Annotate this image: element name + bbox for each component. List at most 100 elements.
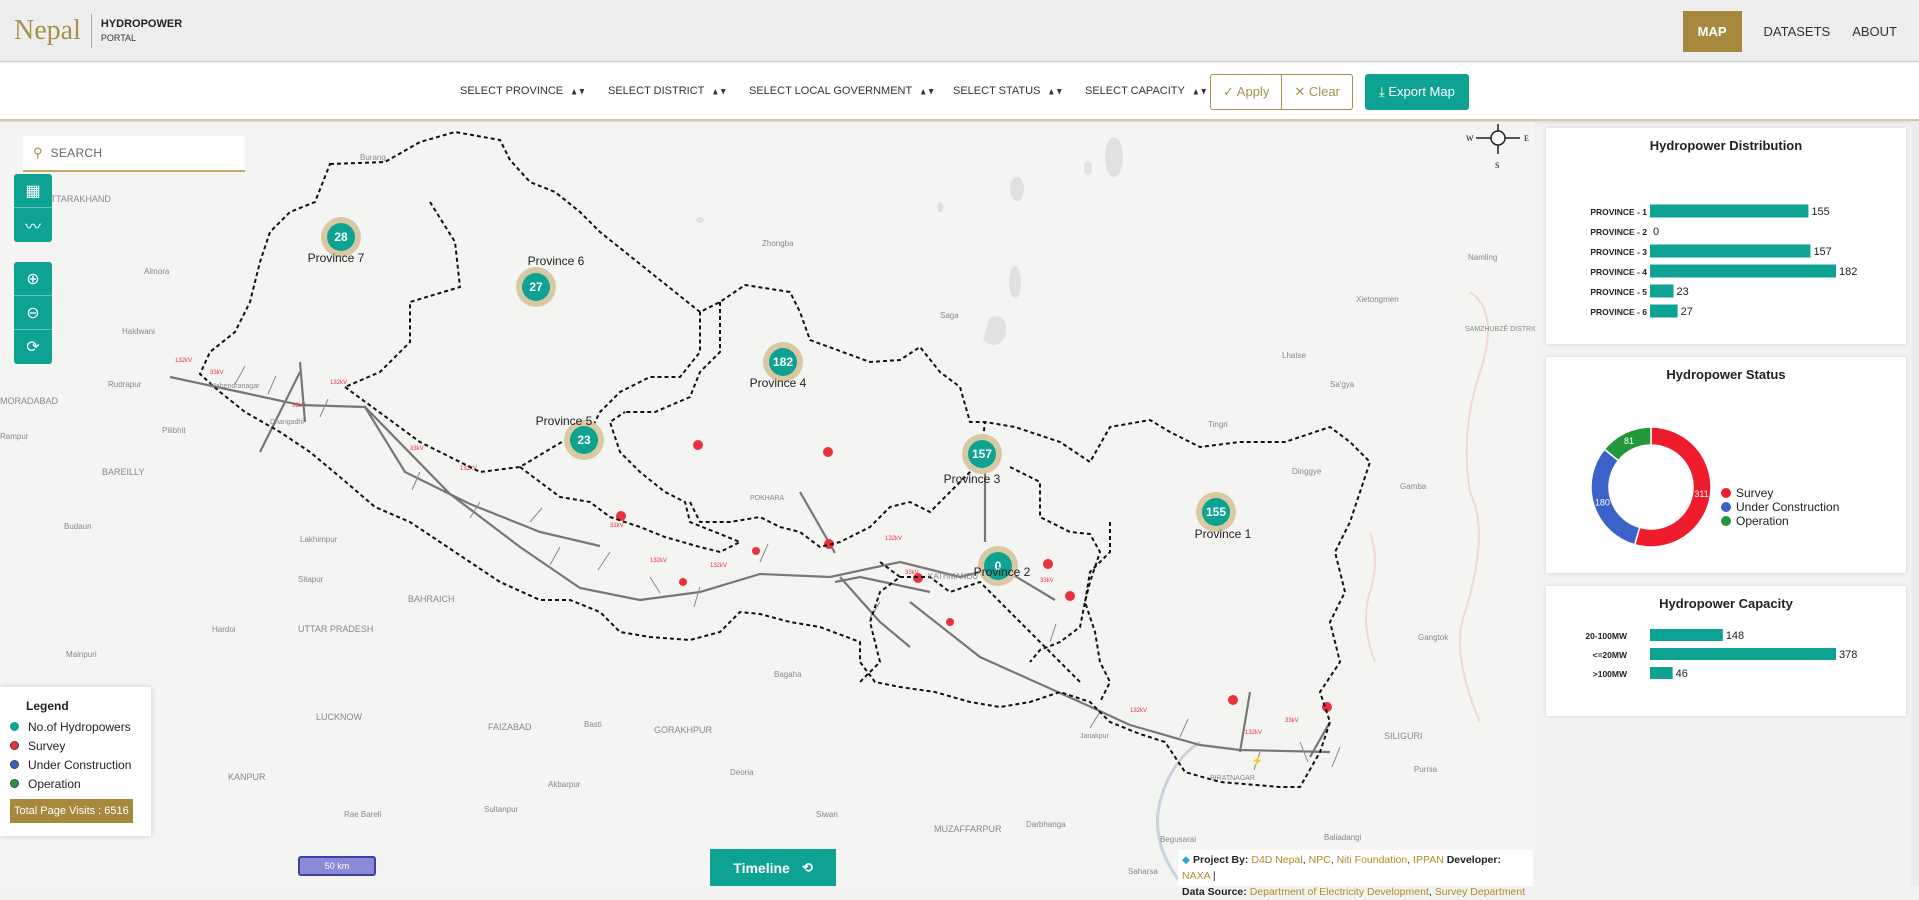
place-label: Dhangadhi: [270, 419, 304, 426]
province-select[interactable]: SELECT PROVINCE ▲▼: [460, 85, 586, 97]
survey-markers: 132kV 33kV 132kV 33kV 33kV 132kV 33kV 132kV 13…: [175, 358, 1332, 736]
province-cluster-1[interactable]: 155 Province 1: [1195, 492, 1252, 541]
layer-controls: ▦ 〰: [14, 174, 52, 242]
place-label: Dinggye: [1292, 467, 1322, 476]
check-icon: ✓: [1223, 84, 1237, 99]
brand-line-2: PORTAL: [100, 33, 137, 43]
clear-button[interactable]: ✕ Clear: [1282, 75, 1352, 109]
sort-caret-icon: ▲▼: [711, 86, 728, 97]
place-label: Saharsa: [1128, 867, 1158, 876]
nav-about[interactable]: ABOUT: [1852, 11, 1897, 52]
naxa-link[interactable]: NAXA: [1182, 870, 1210, 882]
page-visits-badge: Total Page Visits : 6516: [10, 799, 133, 823]
brand-logo[interactable]: Nepal HYDROPOWER PORTAL: [14, 14, 182, 48]
legend-dot-icon: [10, 741, 19, 750]
apply-button[interactable]: ✓ Apply: [1211, 75, 1283, 109]
place-label: BIRATNAGAR: [1210, 775, 1255, 782]
scale-bar: 50 km: [298, 856, 376, 876]
province-cluster-3[interactable]: 157 Province 3: [944, 434, 1002, 486]
legend-dot-icon: [10, 779, 19, 788]
legend-item: Survey: [10, 736, 151, 755]
province-count: 23: [577, 433, 591, 447]
nepal-map[interactable]: 132kV 33kV 132kV 33kV 33kV 132kV 33kV 132kV 13…: [0, 122, 1535, 886]
province-label: Province 1: [1195, 527, 1252, 541]
data-label: 378: [1839, 649, 1857, 661]
svg-text:33kV: 33kV: [292, 403, 306, 409]
tick-label: 20-100MW: [1585, 631, 1628, 641]
capacity-chart: 20-100MW 148 <=20MW 378 >100MW 46: [1585, 629, 1857, 680]
tick-label: >100MW: [1593, 669, 1628, 679]
timeline-label: Timeline: [733, 859, 790, 876]
capacity-select[interactable]: SELECT CAPACITY ▲▼: [1085, 85, 1208, 97]
zoom-in-icon: ⊕: [26, 270, 40, 288]
data-label: 23: [1677, 286, 1689, 298]
status-title: Hydropower Status: [1666, 367, 1786, 382]
data-label: 311: [1694, 489, 1708, 499]
bar: [1650, 204, 1809, 218]
map-legend: Legend No.of Hydropowers Survey Under Co…: [0, 687, 151, 836]
place-labels: Burang UTTARAKHAND Almora Haldwani Rudra…: [0, 153, 1535, 876]
d4d-link[interactable]: D4D Nepal: [1251, 854, 1302, 866]
search-box[interactable]: ⚲ SEARCH: [23, 136, 245, 172]
place-label: Saga: [940, 311, 959, 320]
local-government-select[interactable]: SELECT LOCAL GOVERNMENT ▲▼: [749, 85, 935, 97]
export-label: Export Map: [1388, 84, 1455, 99]
main-nav: MAP DATASETS ABOUT: [1682, 11, 1897, 52]
place-label: Purnia: [1414, 765, 1438, 774]
sort-caret-icon: ▲▼: [1047, 86, 1064, 97]
survey-dept-link[interactable]: Survey Department: [1435, 886, 1525, 898]
overlay-button[interactable]: 〰: [14, 208, 52, 242]
credit-box: ◆ Project By: D4D Nepal, NPC, Niti Found…: [1178, 850, 1533, 898]
place-label: Akbarpur: [548, 780, 581, 789]
province-cluster-6[interactable]: 27 Province 6: [516, 254, 585, 307]
bar: [1650, 264, 1836, 278]
vertical-scrollbar[interactable]: [1911, 122, 1919, 886]
status-select[interactable]: SELECT STATUS ▲▼: [953, 85, 1063, 97]
place-label: UTTAR PRADESH: [298, 624, 373, 634]
data-label: 27: [1681, 306, 1693, 318]
zoom-in-button[interactable]: ⊕: [14, 262, 52, 296]
svg-text:132kV: 132kV: [175, 358, 192, 364]
province-label: Province 5: [536, 414, 593, 428]
district-select[interactable]: SELECT DISTRICT ▲▼: [608, 85, 727, 97]
province-cluster-7[interactable]: 28 Province 7: [308, 217, 365, 265]
map-canvas[interactable]: 132kV 33kV 132kV 33kV 33kV 132kV 33kV 132kV 13…: [0, 122, 1535, 886]
compass-icon: W E S: [1466, 124, 1529, 170]
niti-link[interactable]: Niti Foundation: [1337, 854, 1408, 866]
app-header: Nepal HYDROPOWER PORTAL MAP DATASETS ABO…: [0, 0, 1919, 62]
zoom-out-button[interactable]: ⊖: [14, 296, 52, 330]
developer-label: Developer:: [1446, 854, 1501, 866]
refresh-button[interactable]: ⟳: [14, 330, 52, 364]
basemap-button[interactable]: ▦: [14, 174, 52, 208]
apply-clear-group: ✓ Apply ✕ Clear: [1210, 74, 1353, 110]
compass-east: E: [1524, 134, 1529, 143]
nav-datasets[interactable]: DATASETS: [1764, 11, 1831, 52]
ippan-link[interactable]: IPPAN: [1413, 854, 1444, 866]
province-cluster-5[interactable]: 23 Province 5: [536, 414, 604, 460]
place-label: Bagaha: [774, 670, 802, 679]
filter-bar: SELECT PROVINCE ▲▼ SELECT DISTRICT ▲▼ SELE…: [0, 63, 1919, 121]
project-by-label: Project By:: [1193, 854, 1249, 866]
export-map-button[interactable]: ⤓ Export Map: [1365, 74, 1469, 110]
province-label: Province 6: [528, 254, 585, 268]
district-select-label: SELECT DISTRICT: [608, 85, 705, 97]
download-icon: ⤓: [1379, 84, 1389, 99]
place-label: Zhongba: [762, 239, 794, 248]
nav-map[interactable]: MAP: [1682, 11, 1742, 52]
timeline-button[interactable]: Timeline ⟲: [710, 849, 836, 886]
chart-line-icon: 〰: [24, 219, 41, 236]
tick-label: PROVINCE - 1: [1590, 207, 1647, 217]
search-input[interactable]: SEARCH: [51, 146, 103, 160]
svg-text:33kV: 33kV: [1040, 578, 1054, 584]
compass-west: W: [1466, 134, 1474, 143]
province-cluster-4[interactable]: 182 Province 4: [750, 342, 807, 390]
province-count: 27: [529, 280, 543, 294]
npc-link[interactable]: NPC: [1309, 854, 1331, 866]
legend-item: Operation: [10, 774, 151, 793]
tick-label: PROVINCE - 3: [1590, 247, 1647, 257]
place-label: Mainpuri: [66, 650, 97, 659]
doed-link[interactable]: Department of Electricity Development: [1250, 886, 1429, 898]
data-label: 182: [1839, 266, 1857, 278]
status-panel: Hydropower Status 311 180 81 Survey Under Co…: [1546, 357, 1906, 573]
data-source-label: Data Source:: [1182, 886, 1247, 898]
